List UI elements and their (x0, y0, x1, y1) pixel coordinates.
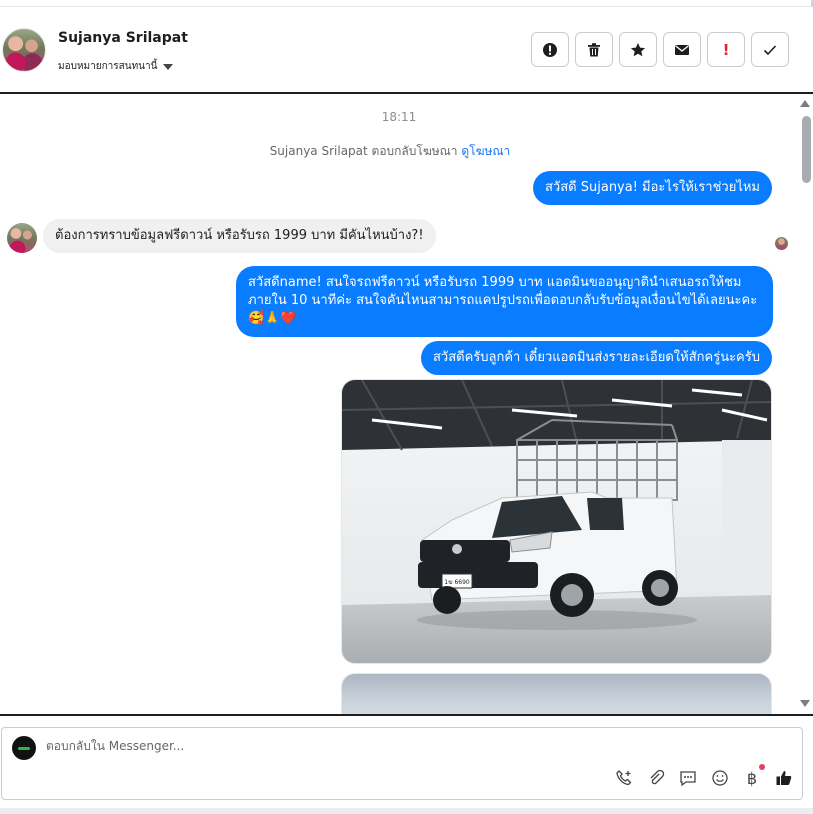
spam-button[interactable] (531, 32, 569, 67)
ad-reply-notice: Sujanya Srilapat ตอบกลับโฆษณา ดูโฆษณา (0, 142, 780, 161)
mark-unread-button[interactable] (663, 32, 701, 67)
check-icon (763, 44, 777, 55)
outgoing-message[interactable]: สวัสดีname! สนใจรถฟรีดาวน์ หรือรับรถ 199… (236, 266, 773, 337)
car-photo-attachment[interactable]: 1ฆ 6690 (341, 379, 772, 664)
like-icon (776, 771, 792, 785)
message-composer: ฿ (1, 727, 803, 800)
page-logo (12, 736, 36, 760)
emoji-icon (712, 770, 728, 786)
attach-button[interactable] (646, 768, 666, 788)
view-ad-link[interactable]: ดูโฆษณา (461, 144, 510, 158)
message-text: สวัสดีครับลูกค้า เดี๋ยวแอดมินส่งรายละเอี… (432, 350, 760, 365)
payment-button[interactable]: ฿ (742, 764, 765, 788)
pickup-truck-image: 1ฆ 6690 (342, 380, 771, 663)
incoming-message[interactable]: ต้องการทราบข้อมูลฟรีดาวน์ หรือรับรถ 1999… (43, 219, 436, 254)
scroll-up-arrow-icon[interactable] (800, 100, 810, 107)
done-button[interactable] (751, 32, 789, 67)
scrollbar-thumb[interactable] (802, 116, 811, 183)
important-icon: ! (722, 40, 730, 59)
mail-icon (675, 44, 689, 55)
scrollbar[interactable] (798, 94, 813, 714)
outgoing-message[interactable]: สวัสดีครับลูกค้า เดี๋ยวแอดมินส่งรายละเอี… (420, 341, 772, 376)
composer-divider (0, 714, 813, 716)
scroll-down-arrow-icon[interactable] (800, 700, 810, 707)
assign-label: มอบหมายการสนทนานี้ (58, 61, 158, 72)
message-text: สวัสดี Sujanya! มีอะไรให้เราช่วยไหม (545, 180, 760, 195)
sender-avatar[interactable] (7, 223, 37, 253)
page-logo-mark (18, 746, 30, 750)
contact-name[interactable]: Sujanya Srilapat (58, 30, 188, 46)
seen-avatar (775, 237, 788, 250)
contact-avatar[interactable] (2, 28, 46, 72)
second-photo-attachment[interactable] (341, 673, 772, 714)
quick-reply-button[interactable] (678, 768, 698, 788)
star-button[interactable] (619, 32, 657, 67)
delete-button[interactable] (575, 32, 613, 67)
message-thread[interactable]: 18:11 Sujanya Srilapat ตอบกลับโฆษณา ดูโฆ… (0, 94, 813, 714)
message-text: ต้องการทราบข้อมูลฟรีดาวน์ หรือรับรถ 1999… (55, 228, 424, 243)
assign-conversation-dropdown[interactable]: มอบหมายการสนทนานี้ (58, 59, 174, 74)
notification-dot (759, 764, 765, 770)
header-actions: ! (531, 32, 789, 67)
caret-down-icon (163, 63, 174, 70)
outgoing-message[interactable]: สวัสดี Sujanya! มีอะไรให้เราช่วยไหม (533, 171, 772, 206)
spam-icon (543, 42, 557, 57)
conversation-header: Sujanya Srilapat มอบหมายการสนทนานี้ ! (0, 8, 813, 92)
ad-reply-text: Sujanya Srilapat ตอบกลับโฆษณา (269, 144, 458, 158)
attach-icon (650, 769, 665, 785)
baht-icon: ฿ (746, 768, 758, 788)
call-button[interactable] (614, 768, 634, 788)
message-text: สวัสดีname! สนใจรถฟรีดาวน์ หรือรับรถ 199… (248, 275, 758, 327)
composer-tools: ฿ (614, 764, 794, 788)
important-button[interactable]: ! (707, 32, 745, 67)
license-plate: 1ฆ 6690 (444, 579, 470, 586)
call-add-icon (616, 770, 632, 786)
reply-input[interactable] (46, 739, 586, 753)
bottom-strip (0, 808, 813, 814)
quick-reply-icon (680, 771, 696, 787)
trash-icon (588, 42, 600, 56)
top-strip (0, 0, 813, 7)
emoji-button[interactable] (710, 768, 730, 788)
message-timestamp: 18:11 (381, 110, 417, 124)
star-icon (630, 42, 646, 56)
like-button[interactable] (774, 768, 794, 788)
